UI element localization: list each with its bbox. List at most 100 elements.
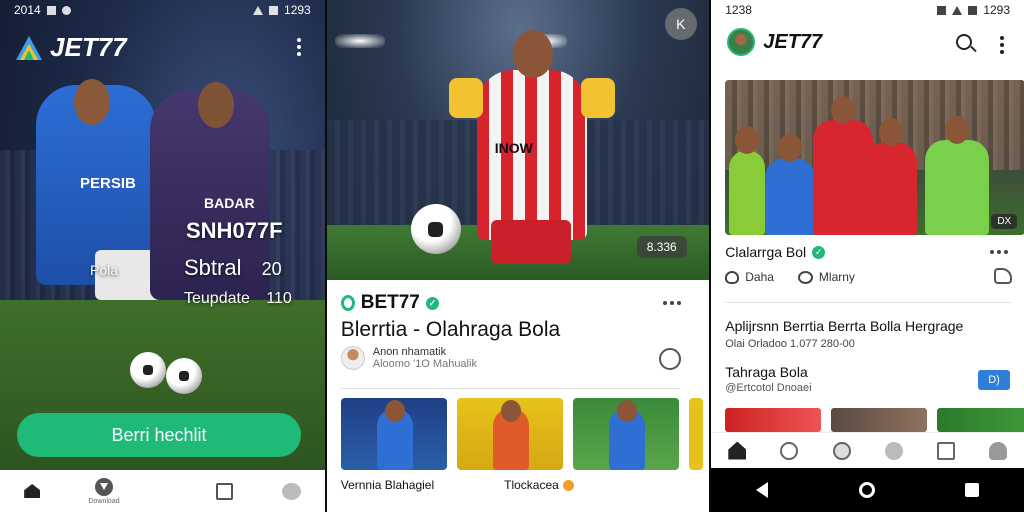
caption: Vernnia Blahagiel bbox=[340, 478, 435, 492]
avatar[interactable] bbox=[727, 28, 756, 56]
sub-meta: @Ertcotol Dnoaei bbox=[725, 382, 812, 394]
heart-icon bbox=[725, 270, 740, 284]
thumbnail[interactable] bbox=[937, 408, 1024, 432]
brand-name: JET77 bbox=[50, 32, 127, 62]
football-icon bbox=[410, 204, 461, 254]
more-options-icon[interactable] bbox=[990, 250, 1009, 254]
system-nav bbox=[711, 468, 1024, 512]
home-button-icon[interactable] bbox=[858, 482, 875, 498]
source-name: BET77 bbox=[360, 292, 420, 313]
hero-image[interactable]: INOW K 8.336 bbox=[326, 0, 710, 280]
thumbnail[interactable] bbox=[572, 398, 679, 470]
verified-icon: ✓ bbox=[812, 245, 826, 259]
signal-icon bbox=[952, 5, 963, 15]
thumbnail-strip bbox=[725, 408, 1024, 432]
app-screens: 2014 1293 JET77 PERSIB BADAR SNH077F Sbt… bbox=[0, 0, 1024, 512]
cta-button[interactable]: Berri hechlit bbox=[17, 413, 301, 457]
more-options-icon[interactable] bbox=[297, 38, 301, 56]
thumbnail-captions: Vernnia Blahagiel Tlockacea bbox=[341, 478, 574, 492]
article-screen: INOW K 8.336 BET77 ✓ Blerrtia - Olahraga… bbox=[326, 0, 710, 512]
striker-figure: INOW bbox=[448, 30, 615, 264]
badge-icon bbox=[562, 479, 574, 491]
source-row[interactable]: BET77 ✓ bbox=[340, 292, 439, 314]
status-time: 2014 bbox=[14, 3, 41, 17]
wifi-icon bbox=[253, 5, 264, 15]
article-title[interactable]: Aplijrsnn Berrtia Berrta Bolla Hergrage bbox=[725, 318, 1014, 334]
app-header: JET77 bbox=[727, 28, 822, 56]
sub-title[interactable]: Tahraga Bola bbox=[725, 364, 808, 380]
like-button[interactable] bbox=[659, 348, 682, 370]
hero-headline: SNH077F bbox=[186, 218, 283, 243]
nav-home[interactable] bbox=[24, 484, 41, 498]
brand-name: JET77 bbox=[763, 30, 823, 53]
jersey-text-purple: BADAR bbox=[204, 195, 255, 211]
more-options-icon[interactable] bbox=[1000, 36, 1005, 54]
channel-name: Clalarrga Bol bbox=[725, 244, 807, 260]
chat-icon bbox=[281, 482, 301, 500]
related-thumbnails bbox=[340, 398, 703, 470]
football-icon bbox=[130, 352, 166, 388]
thumbnail-partial[interactable] bbox=[688, 398, 703, 470]
author-meta: Aloomo '1O Mahualik bbox=[372, 358, 477, 370]
like-action[interactable]: Daha bbox=[725, 270, 774, 284]
battery-icon bbox=[269, 5, 279, 15]
alarm-icon bbox=[937, 5, 947, 15]
feed-screen: 1238 1293 JET77 DX Clalarrga Bol ✓ Daha … bbox=[711, 0, 1024, 512]
status-clock: 1293 bbox=[983, 3, 1011, 17]
recents-icon[interactable] bbox=[964, 483, 979, 497]
close-icon: K bbox=[676, 16, 686, 32]
status-clock: 1293 bbox=[284, 3, 311, 17]
football-icon bbox=[166, 358, 202, 394]
splash-screen: 2014 1293 JET77 PERSIB BADAR SNH077F Sbt… bbox=[0, 0, 325, 512]
square-icon bbox=[216, 482, 234, 500]
status-bar: 2014 1293 bbox=[0, 0, 325, 20]
duration-badge: DX bbox=[991, 214, 1018, 229]
profile-icon[interactable] bbox=[988, 441, 1007, 460]
jersey-text: INOW bbox=[494, 140, 533, 156]
settings-icon bbox=[61, 5, 71, 15]
comment-icon bbox=[797, 270, 813, 284]
hero-subline: Sbtral 20 bbox=[184, 255, 282, 280]
explore-icon[interactable] bbox=[832, 441, 851, 460]
home-icon bbox=[24, 484, 41, 498]
nav-download-label: Download bbox=[88, 497, 120, 505]
caption: Tlockacea bbox=[504, 478, 574, 492]
thumbnail[interactable] bbox=[725, 408, 822, 432]
article-meta: Olai Orladoo 1.077 280-00 bbox=[725, 338, 855, 350]
author-row[interactable]: Anon nhamatik Aloomo '1O Mahualik bbox=[340, 346, 477, 370]
nav-chat[interactable] bbox=[281, 482, 301, 500]
nav-download[interactable]: Download bbox=[88, 477, 120, 505]
back-icon[interactable] bbox=[756, 482, 769, 498]
share-icon[interactable] bbox=[994, 268, 1013, 284]
bottom-nav: Download bbox=[0, 470, 325, 512]
battery-icon bbox=[968, 5, 978, 15]
search-icon[interactable] bbox=[956, 34, 973, 50]
source-logo-icon bbox=[340, 295, 355, 311]
chat-icon[interactable] bbox=[884, 441, 903, 460]
download-icon bbox=[95, 477, 114, 496]
tag-badge[interactable]: D) bbox=[978, 370, 1011, 390]
notification-icon bbox=[46, 5, 56, 15]
more-options-icon[interactable] bbox=[663, 301, 682, 305]
jersey-text-blue: PERSIB bbox=[80, 175, 136, 192]
thumbnail[interactable] bbox=[340, 398, 447, 470]
comment-action[interactable]: Mlarny bbox=[797, 270, 855, 284]
close-button[interactable]: K bbox=[664, 8, 697, 40]
search-icon[interactable] bbox=[780, 441, 799, 460]
nav-library[interactable] bbox=[216, 482, 234, 500]
channel-row[interactable]: Clalarrga Bol ✓ bbox=[725, 244, 826, 260]
thumbnail[interactable] bbox=[456, 398, 563, 470]
status-bar: 1238 1293 bbox=[711, 0, 1024, 20]
home-icon[interactable] bbox=[728, 441, 747, 460]
video-chip[interactable]: 8.336 bbox=[636, 236, 687, 258]
verified-icon: ✓ bbox=[425, 296, 439, 310]
library-icon[interactable] bbox=[936, 441, 955, 460]
thumbnail[interactable] bbox=[831, 408, 928, 432]
bottom-nav bbox=[711, 432, 1024, 468]
video-thumbnail[interactable]: DX bbox=[725, 80, 1024, 235]
action-row: Daha Mlarny bbox=[725, 270, 855, 284]
avatar bbox=[340, 346, 365, 370]
logo-icon bbox=[16, 35, 42, 60]
article-title: Blerrtia - Olahraga Bola bbox=[340, 318, 561, 341]
brand-logo[interactable]: JET77 bbox=[14, 32, 127, 63]
